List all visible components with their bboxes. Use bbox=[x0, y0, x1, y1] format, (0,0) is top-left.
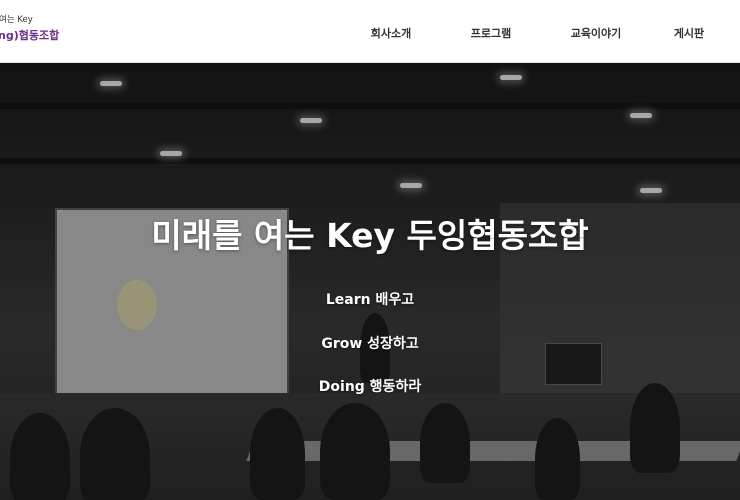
hero-banner: 미래를 여는 Key 두잉협동조합 Learn 배우고 Grow 성장하고 Do… bbox=[0, 63, 740, 500]
motto-grow: Grow 성장하고 bbox=[321, 336, 419, 352]
logo-brand: ng)협동조합 bbox=[0, 28, 60, 42]
hero-dim-overlay bbox=[0, 63, 740, 500]
nav-item-company[interactable]: 회사소개 bbox=[371, 25, 411, 41]
nav-item-program[interactable]: 프로그램 bbox=[471, 25, 511, 41]
logo[interactable]: 여는 Key ng)협동조합 bbox=[0, 16, 59, 41]
nav-item-education[interactable]: 교육이야기 bbox=[571, 25, 622, 41]
motto-doing: Doing 행동하라 bbox=[318, 379, 422, 395]
nav-item-board[interactable]: 게시판 bbox=[674, 25, 704, 41]
hero-headline: 미래를 여는 Key 두잉협동조합 bbox=[151, 216, 589, 255]
logo-tagline: 여는 Key bbox=[0, 15, 33, 25]
motto-learn: Learn 배우고 bbox=[325, 292, 415, 308]
site-header: 여는 Key ng)협동조합 회사소개 프로그램 교육이야기 게시판 bbox=[0, 0, 740, 63]
